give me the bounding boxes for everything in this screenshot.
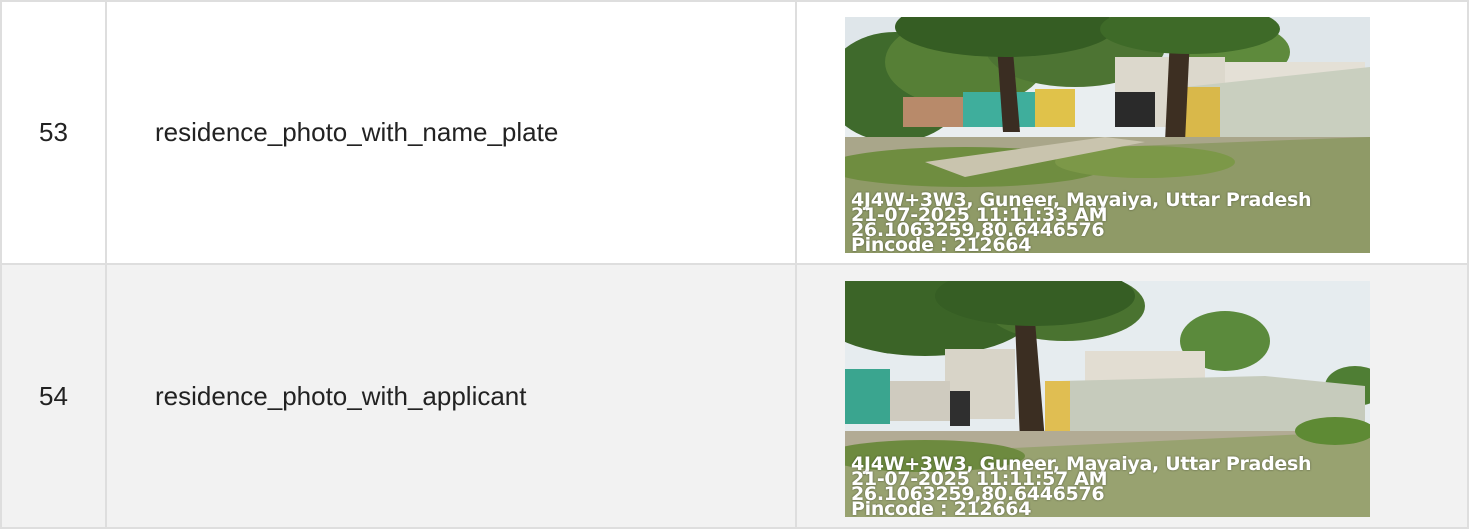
residence-photo[interactable]: 4J4W+3W3, Guneer, Mayaiya, Uttar Pradesh… <box>845 281 1370 517</box>
photo-cell: 4J4W+3W3, Guneer, Mayaiya, Uttar Pradesh… <box>795 263 1469 529</box>
field-name: residence_photo_with_name_plate <box>105 0 797 265</box>
document-table: 53 residence_photo_with_name_plate 4J4W+… <box>0 0 1469 529</box>
field-name: residence_photo_with_applicant <box>105 263 797 529</box>
photo-cell: 4J4W+3W3, Guneer, Mayaiya, Uttar Pradesh… <box>795 0 1469 265</box>
table-row: 53 residence_photo_with_name_plate 4J4W+… <box>0 0 1469 265</box>
geotag-stamp: 4J4W+3W3, Guneer, Mayaiya, Uttar Pradesh… <box>851 455 1312 518</box>
row-index: 54 <box>0 263 107 529</box>
residence-photo[interactable]: 4J4W+3W3, Guneer, Mayaiya, Uttar Pradesh… <box>845 17 1370 253</box>
geotag-stamp: 4J4W+3W3, Guneer, Mayaiya, Uttar Pradesh… <box>851 191 1312 254</box>
row-index: 53 <box>0 0 107 265</box>
table-row: 54 residence_photo_with_applicant 4J4W+3… <box>0 263 1469 529</box>
